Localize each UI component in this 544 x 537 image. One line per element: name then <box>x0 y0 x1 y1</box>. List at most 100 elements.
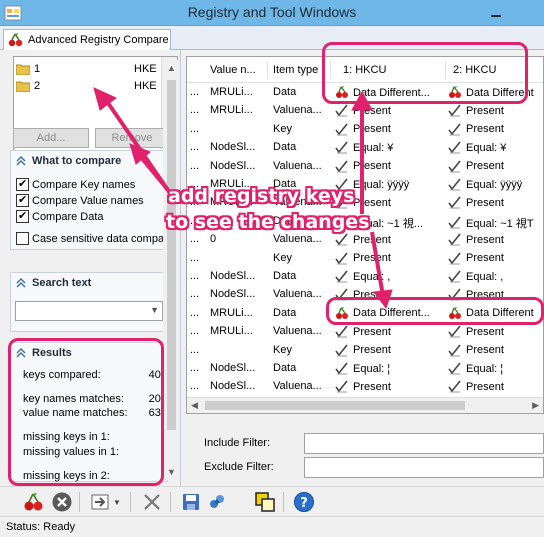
scroll-left-icon[interactable]: ◀ <box>191 400 198 411</box>
compare-options-header[interactable]: What to compare <box>11 151 167 171</box>
table-row[interactable]: ... NodeSl... Valuena... Present Present <box>187 286 543 305</box>
cell-text: Equal: ÿÿÿÿ <box>353 178 410 191</box>
table-row[interactable]: ... MRULi... Valuena... Present Present <box>187 323 543 342</box>
exclude-filter-input[interactable] <box>304 457 544 478</box>
column-divider[interactable] <box>445 61 446 79</box>
export-dropdown-button[interactable]: ▼ <box>110 490 124 514</box>
column-header-item-type[interactable]: Item type <box>273 64 318 76</box>
status-text: Status: Ready <box>6 521 76 533</box>
tab-advanced-registry-compare[interactable]: Advanced Registry Compare <box>3 29 171 50</box>
table-row[interactable]: ... 0 Valuena... Present Present <box>187 231 543 250</box>
include-filter-input[interactable] <box>304 433 544 454</box>
table-row[interactable]: ... 0 Data Equal: ~1 視... Equal: ~1 視T <box>187 213 543 232</box>
result-missing-keys-2: missing keys in 2:0 <box>23 470 167 482</box>
present-check-icon <box>335 104 348 117</box>
present-check-icon <box>335 362 348 375</box>
table-cell: Present <box>335 252 391 265</box>
case-sensitive-checkbox[interactable]: Case sensitive data compare <box>16 232 174 245</box>
save-button[interactable] <box>179 490 203 514</box>
table-cell: Key <box>273 122 292 135</box>
table-cell: Present <box>335 123 391 136</box>
result-label: missing values in 1: <box>23 446 119 458</box>
compare-value-names-checkbox[interactable]: Compare Value names <box>16 193 144 207</box>
present-check-icon <box>448 233 461 246</box>
list-item[interactable]: 1 HKE <box>16 61 157 77</box>
table-cell: ... <box>190 270 200 282</box>
table-cell: Present <box>448 196 504 209</box>
table-cell: MRULi... <box>210 178 253 190</box>
settings-button[interactable] <box>205 490 229 514</box>
table-row[interactable]: ... NodeSl... Data Equal: ¦ Equal: ¦ <box>187 360 543 379</box>
column-divider[interactable] <box>267 61 268 79</box>
table-cell: ... <box>190 214 200 227</box>
cell-text: Present <box>466 288 504 301</box>
key-hive: HKE <box>134 80 157 92</box>
table-cell: MRULi... <box>210 306 253 319</box>
column-header-hkcu-2[interactable]: 2: HKCU <box>453 64 496 76</box>
help-button[interactable]: ? <box>292 490 316 514</box>
present-check-icon <box>448 104 461 117</box>
scroll-thumb[interactable] <box>167 80 176 430</box>
table-row[interactable]: ... Key Present Present <box>187 250 543 269</box>
cell-text: Equal: ~1 視T <box>466 217 534 230</box>
list-item[interactable]: 2 HKE <box>16 78 157 94</box>
table-row[interactable]: ... NodeSl... Data Equal: , Equal: , <box>187 268 543 287</box>
table-row[interactable]: ... Key Present Present <box>187 121 543 140</box>
chevron-up-icon[interactable] <box>15 347 27 359</box>
cell-text: Present <box>353 123 391 136</box>
chevron-up-icon[interactable] <box>15 155 27 167</box>
table-row[interactable]: ... MRULi... Data Equal: ÿÿÿÿ Equal: ÿÿÿÿ <box>187 176 543 195</box>
checkbox[interactable] <box>16 209 29 223</box>
delete-button[interactable] <box>140 490 164 514</box>
scroll-right-icon[interactable]: ▶ <box>532 400 539 411</box>
column-header-value-name[interactable]: Value n... <box>210 64 256 76</box>
key-hive: HKE <box>134 63 157 75</box>
column-divider[interactable] <box>330 61 331 79</box>
title-bar[interactable]: Registry and Tool Windows <box>0 0 544 26</box>
grid-horizontal-scrollbar[interactable]: ◀ ▶ <box>187 397 543 413</box>
scroll-down-icon[interactable]: ▼ <box>167 467 176 477</box>
table-row[interactable]: ... NodeSl... Valuena... Present Present <box>187 158 543 177</box>
scroll-up-icon[interactable]: ▲ <box>167 63 176 73</box>
checkbox[interactable] <box>16 232 29 245</box>
cell-text: Present <box>466 380 504 393</box>
cell-text: Present <box>466 344 504 357</box>
search-section: Search text ▼ <box>10 272 168 332</box>
search-text-dropdown[interactable]: ▼ <box>15 301 163 321</box>
window-button[interactable] <box>253 490 277 514</box>
table-row[interactable]: ... MRULi... Valuena... Present Present <box>187 102 543 121</box>
table-row[interactable]: ... MRULi... Data Data Different... Data Dif… <box>187 84 543 103</box>
chevron-up-icon[interactable] <box>15 277 27 289</box>
compare-button[interactable] <box>22 490 46 514</box>
export-button[interactable] <box>88 490 112 514</box>
comparison-grid[interactable]: Value n... Item type 1: HKCU 2: HKCU ...… <box>186 56 544 414</box>
table-cell: Data <box>273 178 297 190</box>
table-cell: MRULi... <box>210 104 253 117</box>
tab-strip: Advanced Registry Compare <box>0 26 544 50</box>
cell-text: Present <box>466 196 504 209</box>
table-cell: Present <box>335 233 391 246</box>
minimize-icon[interactable] <box>488 6 504 20</box>
checkbox[interactable] <box>16 177 29 191</box>
table-row[interactable]: ... MRULi... Valuena... Present Present <box>187 194 543 213</box>
table-cell: Valuena... <box>273 380 322 393</box>
add-button[interactable]: Add... <box>13 128 89 148</box>
compare-data-checkbox[interactable]: Compare Data <box>16 209 104 223</box>
column-header-hkcu-1[interactable]: 1: HKCU <box>343 64 386 76</box>
table-row[interactable]: ... NodeSl... Valuena... Present Present <box>187 378 543 397</box>
search-header[interactable]: Search text <box>11 273 167 293</box>
checkbox[interactable] <box>16 193 29 207</box>
results-header[interactable]: Results <box>11 343 167 363</box>
result-missing-values-1: missing values in 1:1 <box>23 446 167 458</box>
scroll-thumb[interactable] <box>205 401 465 410</box>
table-row[interactable]: ... MRULi... Data Data Different... Data Dif… <box>187 305 543 324</box>
compare-key-names-checkbox[interactable]: Compare Key names <box>16 177 135 191</box>
delete-icon <box>144 494 160 510</box>
left-panel-scrollbar[interactable]: ▲ ▼ <box>163 60 179 480</box>
remove-button[interactable]: Remove <box>95 128 169 148</box>
stop-button[interactable] <box>50 490 74 514</box>
chevron-down-icon[interactable]: ▼ <box>150 305 159 315</box>
table-row[interactable]: ... NodeSl... Data Equal: ¥ Equal: ¥ <box>187 139 543 158</box>
table-row[interactable]: ... Key Present Present <box>187 342 543 361</box>
toolbar-separator <box>283 492 284 512</box>
